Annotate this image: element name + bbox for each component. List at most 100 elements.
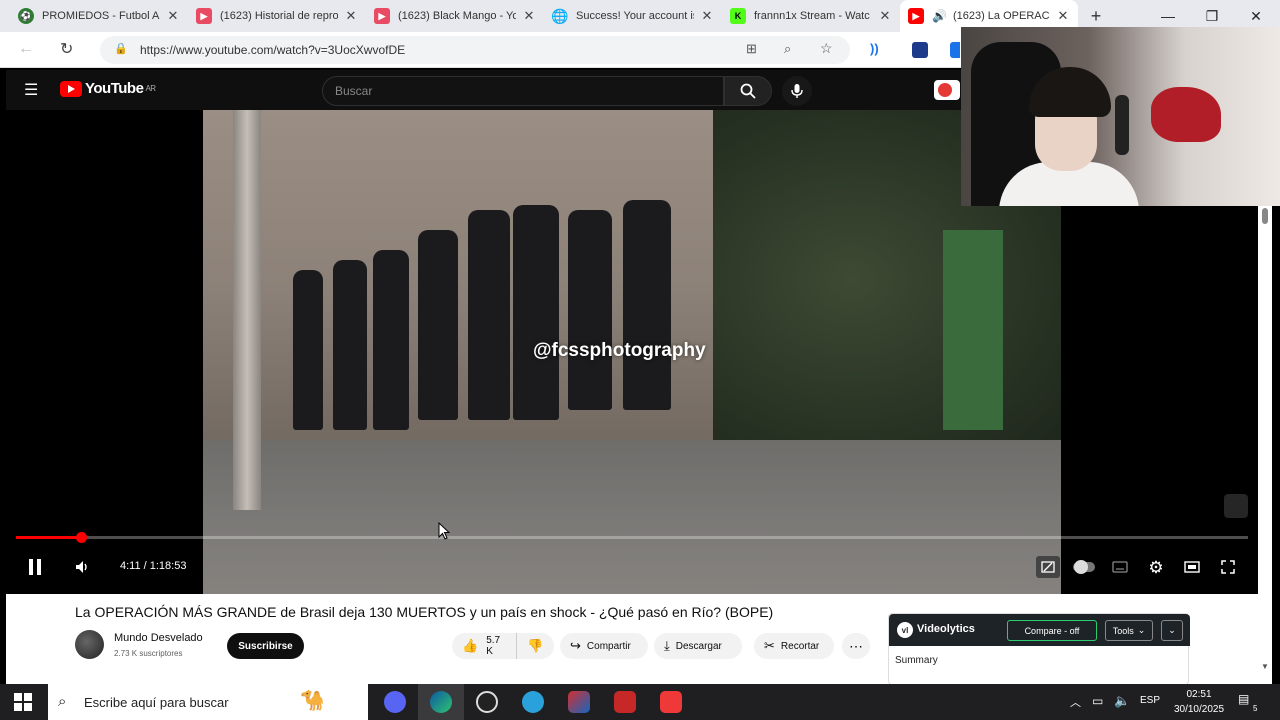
clip-button[interactable]: ✂ Recortar [754, 633, 834, 659]
windows-start-button[interactable] [14, 693, 32, 716]
fullscreen-button[interactable] [1216, 556, 1240, 578]
zoom-icon[interactable]: ⌕ [784, 41, 791, 57]
soccer-ball-icon: ⚽ [18, 8, 34, 24]
speaker-icon[interactable]: 🔊 [932, 9, 947, 23]
miniplayer-icon [1041, 561, 1055, 573]
edge-icon [430, 691, 452, 713]
share-button[interactable]: ↪ Compartir [560, 633, 648, 659]
subtitles-button[interactable] [1108, 556, 1132, 578]
tray-chevron-up-icon[interactable]: ︿ [1070, 694, 1081, 710]
pause-button[interactable] [23, 556, 47, 578]
webcam-background-object [1151, 87, 1221, 142]
taskbar-search-box[interactable]: ⌕ Escribe aquí para buscar 🐪 [48, 684, 368, 720]
taskbar-app-telegram[interactable] [510, 684, 556, 720]
youtube-icon: ▶ [196, 8, 212, 24]
channel-avatar[interactable] [75, 630, 104, 659]
clock[interactable]: 02:51 30/10/2025 [1170, 687, 1228, 717]
volume-button[interactable] [70, 556, 94, 578]
webcam-overlay [961, 27, 1280, 206]
tab-black-mango[interactable]: ▶ (1623) Black Mango - Yo ✕ [366, 0, 544, 32]
favorite-star-icon[interactable]: ☆ [820, 40, 833, 57]
region-badge: AR [145, 84, 156, 93]
page-scrollbar[interactable]: ▼ [1258, 206, 1272, 684]
subscribe-button[interactable]: Suscribirse [227, 633, 304, 659]
network-icon[interactable]: ▭ [1092, 694, 1103, 708]
more-actions-button[interactable]: ⋯ [842, 633, 870, 659]
channel-subscriber-count: 2.73 K suscriptores [114, 649, 183, 658]
taskbar-app-recorder[interactable] [602, 684, 648, 720]
scrollbar-thumb[interactable] [1262, 208, 1268, 224]
tab-success[interactable]: 🌐 Success! Your account is ✕ [544, 0, 722, 32]
youtube-icon: ▶ [374, 8, 390, 24]
clock-time: 02:51 [1186, 689, 1212, 700]
scrubber-handle[interactable] [76, 532, 88, 543]
close-tab-icon[interactable]: ✕ [878, 8, 892, 24]
pause-icon [29, 559, 41, 575]
like-button[interactable]: 👍 5.7 K [452, 633, 516, 659]
reload-icon[interactable]: ↻ [60, 39, 73, 59]
videolytics-name: Videolytics [917, 623, 975, 635]
scene-officer [373, 250, 409, 430]
miniplayer-toggle-button[interactable] [1036, 556, 1060, 578]
url-field[interactable]: 🔒 https://www.youtube.com/watch?v=3UocXw… [100, 36, 850, 64]
tab-promiedos[interactable]: ⚽ PROMIEDOS - Futbol Ar ✕ [10, 0, 188, 32]
scene-officer [513, 205, 559, 420]
taskbar-app-edge[interactable] [418, 684, 464, 720]
settings-button[interactable]: ⚙ [1144, 556, 1168, 578]
tools-dropdown[interactable]: Tools ⌄ [1105, 620, 1153, 641]
tab-title: frannn1x Stream - Watc [754, 10, 870, 22]
taskbar-app-obs[interactable] [464, 684, 510, 720]
tab-title: Success! Your account is [576, 10, 694, 22]
tab-title: (1623) Black Mango - Yo [398, 10, 516, 22]
search-button[interactable] [724, 76, 772, 106]
read-aloud-icon[interactable]: )) [870, 41, 879, 56]
close-tab-icon[interactable]: ✕ [700, 8, 714, 24]
taskbar-app-vivaldi[interactable] [648, 684, 694, 720]
scene-officer [623, 200, 671, 410]
taskbar-app-discord[interactable] [372, 684, 418, 720]
close-tab-icon[interactable]: ✕ [522, 8, 536, 24]
search-icon: ⌕ [58, 693, 67, 710]
close-tab-icon[interactable]: ✕ [344, 8, 358, 24]
lock-icon[interactable]: 🔒 [114, 42, 128, 55]
channel-watermark-icon[interactable] [1224, 494, 1248, 518]
theater-mode-button[interactable] [1180, 556, 1204, 578]
url-text: https://www.youtube.com/watch?v=3UocXwvo… [140, 43, 406, 57]
tab-kick-stream[interactable]: K frannn1x Stream - Watc ✕ [722, 0, 900, 32]
back-icon[interactable]: ← [18, 40, 34, 58]
taskbar-app-game[interactable] [556, 684, 602, 720]
language-indicator[interactable]: ESP [1140, 695, 1160, 706]
youtube-logo[interactable]: YouTube AR [60, 80, 156, 97]
download-button[interactable]: ⤓ Descargar [654, 633, 742, 659]
scene-officer [568, 210, 612, 410]
extension-icon-2[interactable] [950, 42, 960, 58]
channel-name[interactable]: Mundo Desvelado [114, 632, 203, 644]
autoplay-toggle[interactable] [1072, 556, 1096, 578]
close-tab-icon[interactable]: ✕ [1056, 8, 1070, 24]
summary-heading: Summary [895, 655, 938, 666]
search-input[interactable]: Buscar [322, 76, 724, 106]
menu-icon[interactable]: ☰ [24, 80, 38, 100]
videolytics-panel: vl Videolytics Compare - off Tools ⌄ ⌄ S… [888, 613, 1190, 685]
tab-title: (1623) Historial de repro [220, 10, 338, 22]
create-button[interactable] [934, 80, 960, 100]
windows-taskbar: ⌕ Escribe aquí para buscar 🐪 ︿ ▭ 🔈 ESP 0… [0, 684, 1280, 720]
scroll-down-arrow-icon[interactable]: ▼ [1261, 662, 1269, 671]
recorder-icon [614, 691, 636, 713]
more-dots-icon: ⋯ [849, 637, 863, 654]
video-frame[interactable]: @fcssphotography [203, 110, 1061, 594]
youtube-play-icon [60, 80, 82, 97]
compare-toggle-button[interactable]: Compare - off [1007, 620, 1097, 641]
close-tab-icon[interactable]: ✕ [166, 8, 180, 24]
dislike-button[interactable]: 👎 [516, 633, 554, 659]
progress-bar[interactable] [16, 532, 1248, 543]
collapse-panel-button[interactable]: ⌄ [1161, 620, 1183, 641]
clock-date: 30/10/2025 [1173, 704, 1225, 715]
record-icon [938, 83, 952, 97]
voice-search-button[interactable] [782, 76, 812, 106]
tab-historial[interactable]: ▶ (1623) Historial de repro ✕ [188, 0, 366, 32]
speaker-icon[interactable]: 🔈 [1114, 693, 1130, 709]
extension-icon[interactable] [912, 42, 928, 58]
app-install-icon[interactable]: ⊞ [746, 41, 757, 57]
download-icon: ⤓ [664, 638, 670, 653]
